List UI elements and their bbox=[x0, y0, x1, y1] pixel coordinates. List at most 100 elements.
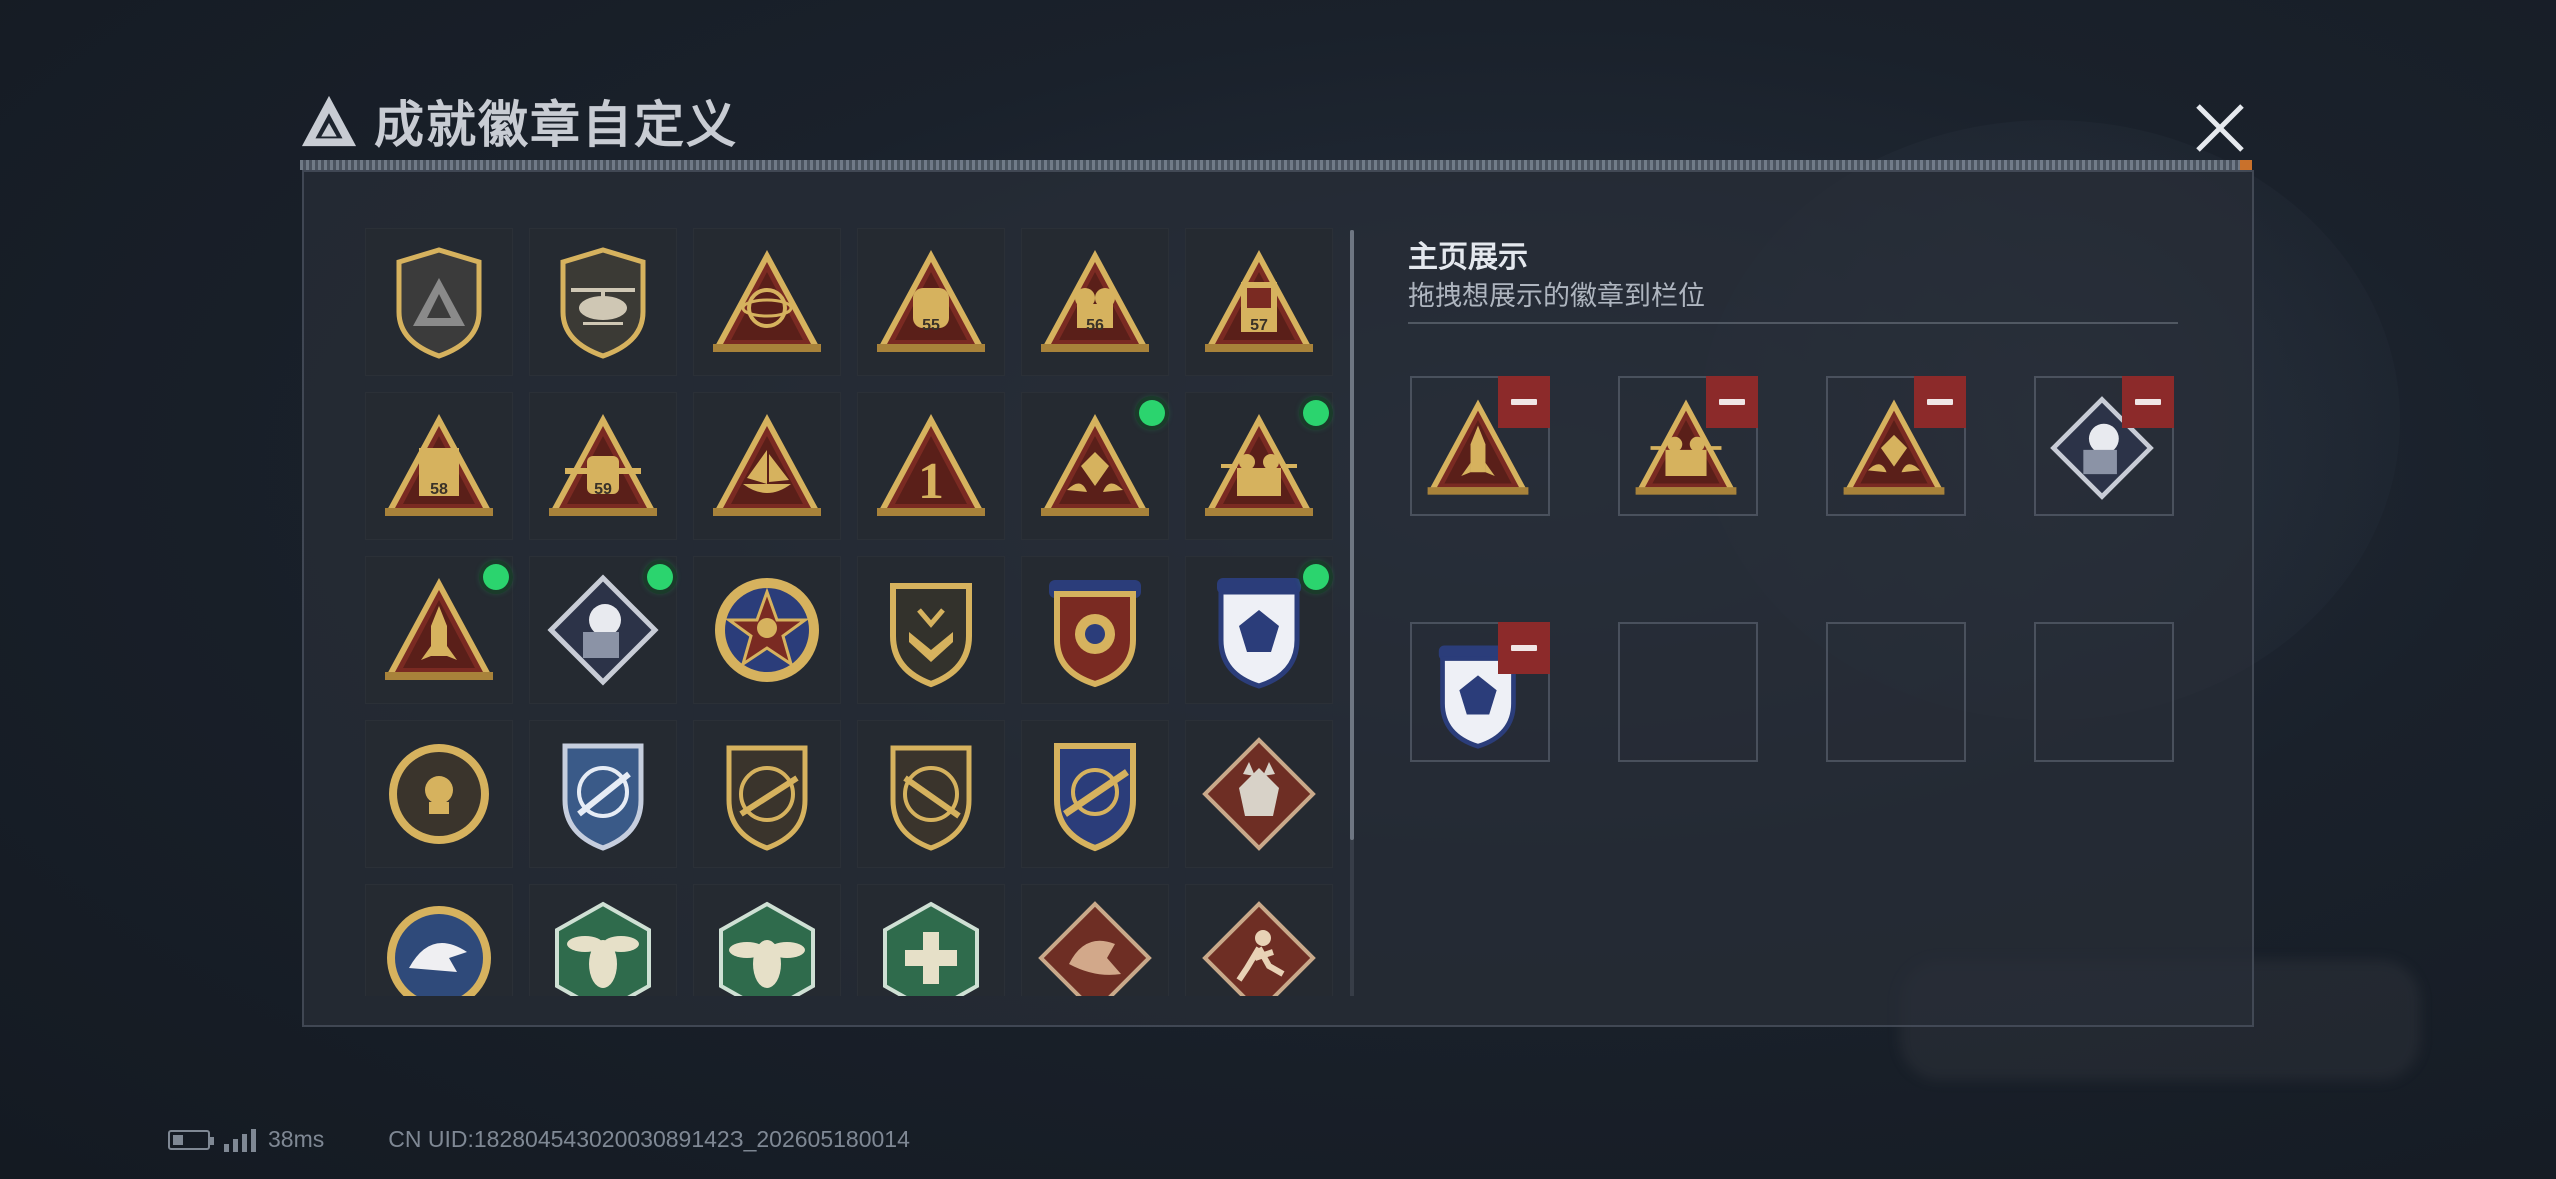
badge-cell[interactable] bbox=[1021, 556, 1169, 704]
showcase-slot-filled[interactable] bbox=[1410, 376, 1550, 516]
new-indicator-dot bbox=[483, 564, 509, 590]
title-bar: 成就徽章自定义 bbox=[300, 82, 738, 160]
badge-cell[interactable]: 58 bbox=[365, 392, 513, 540]
badge-cell[interactable] bbox=[365, 228, 513, 376]
badge-cell[interactable]: 56 bbox=[1021, 228, 1169, 376]
badge-cell[interactable] bbox=[1021, 392, 1169, 540]
number-one-triangle-badge-icon: 1 bbox=[877, 414, 985, 516]
showcase-slot-empty[interactable] bbox=[2034, 622, 2174, 762]
scrollbar-thumb[interactable] bbox=[1350, 230, 1354, 840]
showcase-slot-filled[interactable] bbox=[2034, 376, 2174, 516]
badge-cell[interactable]: 55 bbox=[857, 228, 1005, 376]
badge-cell[interactable]: 59 bbox=[529, 392, 677, 540]
ping-value: 38ms bbox=[268, 1126, 325, 1152]
hands-gem-triangle-badge-icon bbox=[1041, 414, 1149, 516]
showcase-divider bbox=[1408, 322, 2178, 324]
s6-triangle-badge-icon: 56 bbox=[1041, 250, 1149, 352]
badge-cell[interactable] bbox=[1185, 556, 1333, 704]
showcase-subtitle: 拖拽想展示的徽章到栏位 bbox=[1408, 281, 1705, 311]
s5-triangle-badge-icon: 55 bbox=[877, 250, 985, 352]
badge-cell[interactable] bbox=[529, 228, 677, 376]
new-indicator-dot bbox=[647, 564, 673, 590]
badge-cell[interactable] bbox=[365, 884, 513, 996]
runner-diamond-badge-icon bbox=[1202, 901, 1316, 996]
badge-cell[interactable] bbox=[1021, 720, 1169, 868]
header-divider bbox=[300, 160, 2252, 170]
badge-cell[interactable] bbox=[693, 228, 841, 376]
svg-text:57: 57 bbox=[1250, 317, 1268, 334]
badge-cell[interactable] bbox=[857, 884, 1005, 996]
skull-star-badge-icon bbox=[715, 578, 819, 682]
user-uid: CN UID:18280454302003089142З_20260518001… bbox=[388, 1126, 910, 1152]
badge-cell[interactable] bbox=[529, 556, 677, 704]
badge-cell[interactable] bbox=[693, 884, 841, 996]
new-indicator-dot bbox=[1139, 400, 1165, 426]
badge-grid: 55 56 57 58 59 1 bbox=[365, 228, 1335, 996]
svg-text:59: 59 bbox=[594, 481, 612, 498]
hornet-hexagon-2-badge-icon bbox=[719, 901, 815, 996]
rifle-shield-badge-icon bbox=[726, 745, 808, 851]
sniper-crosshair-shield-badge-icon bbox=[562, 743, 644, 851]
new-indicator-dot bbox=[1303, 400, 1329, 426]
rocket-triangle-badge-icon bbox=[385, 578, 493, 680]
showcase-slot-filled[interactable] bbox=[1410, 622, 1550, 762]
wolf-diamond-badge-icon bbox=[1202, 737, 1316, 851]
rifle-crest-badge-icon bbox=[1054, 743, 1136, 852]
medic-hexagon-badge-icon bbox=[883, 901, 979, 996]
remove-badge-button[interactable] bbox=[1498, 376, 1550, 428]
badge-cell[interactable] bbox=[1185, 720, 1333, 868]
badge-cell[interactable] bbox=[529, 884, 677, 996]
badge-cell[interactable] bbox=[1021, 884, 1169, 996]
delta-shield-badge-icon bbox=[396, 247, 482, 359]
svg-text:1: 1 bbox=[918, 453, 944, 510]
showcase-slot-filled[interactable] bbox=[1618, 376, 1758, 516]
rifle-circle-badge-icon bbox=[890, 745, 972, 851]
badge-cell[interactable]: 57 bbox=[1185, 228, 1333, 376]
s8-triangle-badge-icon: 58 bbox=[385, 414, 493, 516]
s7-triangle-badge-icon: 57 bbox=[1205, 250, 1313, 352]
delta-logo-icon bbox=[301, 95, 357, 147]
badge-grid-viewport: 55 56 57 58 59 1 bbox=[365, 228, 1335, 996]
showcase-title: 主页展示 bbox=[1408, 241, 1528, 274]
showcase-slot-empty[interactable] bbox=[1826, 622, 1966, 762]
showcase-slot-filled[interactable] bbox=[1826, 376, 1966, 516]
soldiers-triangle-badge-icon bbox=[1205, 414, 1313, 516]
badge-cell[interactable]: 1 bbox=[857, 392, 1005, 540]
battery-icon bbox=[168, 1129, 214, 1150]
badge-cell[interactable] bbox=[857, 556, 1005, 704]
remove-badge-button[interactable] bbox=[1914, 376, 1966, 428]
page-title: 成就徽章自定义 bbox=[374, 97, 738, 153]
wings-chevron-shield-badge-icon bbox=[890, 583, 972, 688]
remove-badge-button[interactable] bbox=[2122, 376, 2174, 428]
badge-cell[interactable] bbox=[857, 720, 1005, 868]
badge-cell[interactable] bbox=[693, 392, 841, 540]
s9-triangle-badge-icon: 59 bbox=[549, 414, 657, 516]
status-footer: 38ms CN UID:18280454302003089142З_202605… bbox=[168, 1126, 910, 1153]
new-indicator-dot bbox=[1303, 564, 1329, 590]
badge-cell[interactable] bbox=[693, 720, 841, 868]
silver-fist-diamond-badge-icon bbox=[547, 574, 659, 686]
badge-cell[interactable] bbox=[1185, 884, 1333, 996]
signal-icon bbox=[224, 1128, 256, 1152]
helicopter-shield-badge-icon bbox=[560, 247, 646, 359]
badge-cell[interactable] bbox=[529, 720, 677, 868]
blue-gem-shield-badge-icon bbox=[1217, 578, 1301, 689]
remove-badge-button[interactable] bbox=[1498, 622, 1550, 674]
badge-cell[interactable] bbox=[365, 720, 513, 868]
badge-cell[interactable] bbox=[693, 556, 841, 704]
skull-target-badge-icon bbox=[389, 744, 489, 844]
armillary-triangle-badge-icon bbox=[713, 250, 821, 352]
svg-text:55: 55 bbox=[922, 317, 940, 334]
dragon-diamond-badge-icon bbox=[1038, 901, 1152, 996]
header-divider-accent bbox=[2240, 160, 2252, 170]
remove-badge-button[interactable] bbox=[1706, 376, 1758, 428]
svg-text:58: 58 bbox=[430, 481, 448, 498]
badge-cell[interactable] bbox=[365, 556, 513, 704]
badge-cell[interactable] bbox=[1185, 392, 1333, 540]
eagle-circle-badge-icon bbox=[387, 906, 491, 996]
gold-star-crest-badge-icon bbox=[1049, 580, 1141, 688]
ship-triangle-badge-icon bbox=[713, 414, 821, 516]
svg-text:56: 56 bbox=[1086, 317, 1104, 334]
close-icon[interactable] bbox=[2190, 98, 2250, 158]
showcase-slot-empty[interactable] bbox=[1618, 622, 1758, 762]
